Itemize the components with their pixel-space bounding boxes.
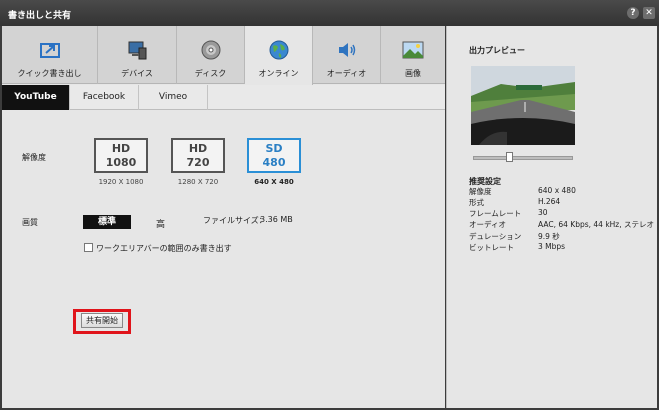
quality-high-button[interactable]: 高 [156,217,165,230]
settings-key: オーディオ [469,220,506,229]
tab-label: デバイス [121,69,153,78]
resolution-caption: 1920 X 1080 [98,178,144,186]
share-start-button[interactable]: 共有開始 [81,313,123,328]
title-bar: 書き出しと共有 ? ✕ [0,0,659,26]
res-line1: SD [265,142,283,155]
tab-image[interactable]: 画像 [381,26,445,84]
window-title: 書き出しと共有 [8,11,72,21]
speaker-icon [338,43,355,57]
tab-device[interactable]: デバイス [98,26,177,84]
settings-value: 9.9 秒 [538,232,560,241]
resolution-option-sd480[interactable]: SD 480 [247,138,301,173]
device-icon [128,41,147,60]
tab-disc[interactable]: ディスク [177,26,245,84]
res-line2: 720 [186,156,210,169]
tab-online[interactable]: オンライン [245,26,313,85]
tab-label: クイック書き出し [17,69,82,78]
tab-label: ディスク [194,69,227,78]
filesize-label: ファイルサイズ： [203,216,267,225]
preview-seek-track[interactable] [473,156,573,160]
resolution-label: 解像度 [22,153,46,162]
res-line1: HD [111,142,131,155]
preview-panel: 出力プレビュー 推奨設定 解像度 640 x 480 形式 H.264 フレーム… [446,26,657,408]
res-line2: 480 [262,156,286,169]
main-panel: クイック書き出し デバイス ディスク オンライン オーディオ 画像 YouTub… [2,26,445,408]
settings-row: 解像度 640 x 480 [469,186,654,197]
tab-label: オーディオ [326,69,367,78]
subtab-youtube[interactable]: YouTube [2,85,70,110]
export-share-window: 書き出しと共有 ? ✕ クイック書き出し デバイス ディスク オンライン オーデ… [0,0,659,410]
settings-row: ビットレート 3 Mbps [469,242,654,253]
quality-standard-button[interactable]: 標準 [83,215,131,229]
settings-key: フレームレート [469,209,522,218]
settings-value: AAC, 64 Kbps, 44 kHz, ステレオ [538,220,655,229]
res-line1: HD [188,142,208,155]
settings-row: デュレーション 9.9 秒 [469,231,654,242]
close-button[interactable]: ✕ [643,7,655,19]
settings-row: オーディオ AAC, 64 Kbps, 44 kHz, ステレオ [469,219,654,230]
service-tabs: YouTube Facebook Vimeo [2,85,445,110]
filesize-value: 3.36 MB [260,215,293,224]
settings-value: 640 x 480 [538,186,576,195]
preview-seek-handle[interactable] [506,152,513,162]
disc-icon [201,40,220,60]
settings-row: フレームレート 30 [469,208,654,219]
resolution-caption: 640 X 480 [254,178,294,186]
resolution-option-hd720[interactable]: HD 720 [171,138,225,173]
settings-key: 形式 [469,198,484,207]
globe-icon [269,40,288,60]
settings-value: 3 Mbps [538,242,566,251]
resolution-option-hd1080[interactable]: HD 1080 [94,138,148,173]
settings-key: 解像度 [469,187,492,196]
resolution-caption: 1280 X 720 [177,178,219,186]
preview-video-frame [471,66,575,145]
workarea-checkbox-label: ワークエリアバーの範囲のみ書き出す [96,244,232,253]
tab-audio[interactable]: オーディオ [313,26,381,84]
tab-label: 画像 [405,69,421,78]
tab-label: オンライン [258,69,299,78]
quality-label: 画質 [22,218,38,227]
subtab-vimeo[interactable]: Vimeo [139,85,208,110]
image-icon [402,41,424,59]
quick-export-icon [39,43,60,58]
help-button[interactable]: ? [627,7,639,19]
workarea-checkbox[interactable] [84,243,93,252]
tab-quick-export[interactable]: クイック書き出し [2,26,98,84]
road-scene-image [471,66,575,145]
export-tabs: クイック書き出し デバイス ディスク オンライン オーディオ 画像 [2,26,445,85]
subtab-facebook[interactable]: Facebook [70,85,139,110]
settings-row: 形式 H.264 [469,197,654,208]
res-line2: 1080 [105,156,137,169]
settings-key: デュレーション [469,232,522,241]
settings-value: 30 [538,208,548,217]
settings-key: ビットレート [469,243,514,252]
preview-title: 出力プレビュー [469,46,525,55]
settings-value: H.264 [538,197,561,206]
